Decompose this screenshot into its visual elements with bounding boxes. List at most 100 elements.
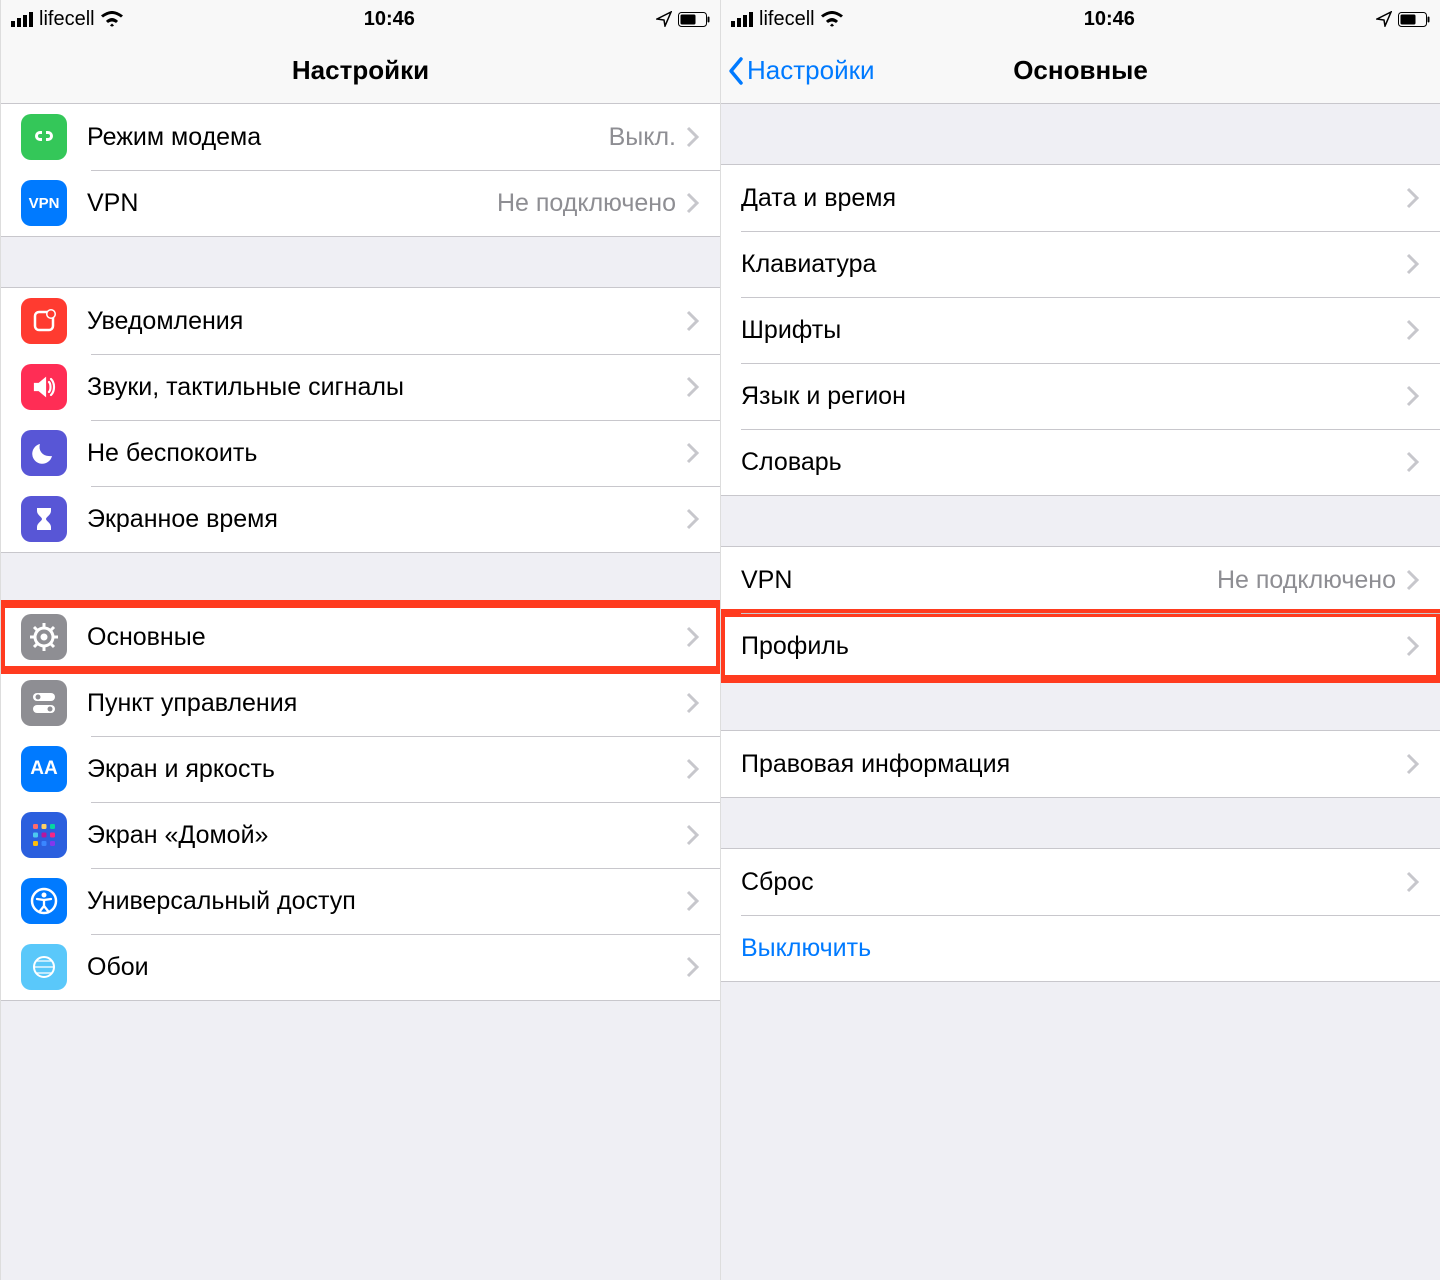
row-label: Не беспокоить — [87, 439, 686, 468]
row-date-time[interactable]: Дата и время — [721, 165, 1440, 231]
general-list[interactable]: Дата и время Клавиатура Шрифты Язык и ре… — [721, 104, 1440, 1280]
row-display-brightness[interactable]: AA Экран и яркость — [1, 736, 720, 802]
row-value: Не подключено — [1217, 566, 1396, 595]
gear-icon — [21, 614, 67, 660]
wifi-icon — [821, 11, 843, 27]
chevron-right-icon — [686, 956, 700, 978]
chevron-right-icon — [686, 758, 700, 780]
moon-icon — [21, 430, 67, 476]
row-label: Правовая информация — [741, 750, 1406, 779]
row-language-region[interactable]: Язык и регион — [721, 363, 1440, 429]
notifications-icon — [21, 298, 67, 344]
back-label: Настройки — [747, 55, 875, 86]
chevron-right-icon — [686, 310, 700, 332]
accessibility-icon — [21, 878, 67, 924]
toggles-icon — [21, 680, 67, 726]
back-button[interactable]: Настройки — [727, 38, 875, 103]
screen-general: lifecell 10:46 Настройки Основные Дата и… — [720, 0, 1440, 1280]
row-label: Экран и яркость — [87, 755, 686, 784]
wifi-icon — [101, 11, 123, 27]
row-label: Универсальный доступ — [87, 887, 686, 916]
row-vpn[interactable]: VPN Не подключено — [721, 547, 1440, 613]
row-label: Словарь — [741, 448, 1406, 477]
row-label: Профиль — [741, 632, 1406, 661]
row-label: Основные — [87, 623, 686, 652]
row-sounds[interactable]: Звуки, тактильные сигналы — [1, 354, 720, 420]
row-wallpaper[interactable]: Обои — [1, 934, 720, 1000]
status-bar: lifecell 10:46 — [1, 0, 720, 38]
carrier-label: lifecell — [39, 8, 95, 31]
row-label: Экранное время — [87, 505, 686, 534]
hotspot-icon — [21, 114, 67, 160]
chevron-right-icon — [1406, 451, 1420, 473]
row-label: Уведомления — [87, 307, 686, 336]
row-label: VPN — [87, 189, 497, 218]
nav-bar: Настройки Основные — [721, 38, 1440, 104]
row-notifications[interactable]: Уведомления — [1, 288, 720, 354]
chevron-right-icon — [686, 508, 700, 530]
row-profile[interactable]: Профиль — [721, 613, 1440, 679]
row-control-center[interactable]: Пункт управления — [1, 670, 720, 736]
signal-icon — [731, 12, 753, 27]
row-keyboard[interactable]: Клавиатура — [721, 231, 1440, 297]
chevron-right-icon — [1406, 753, 1420, 775]
nav-title: Основные — [1013, 55, 1148, 86]
carrier-label: lifecell — [759, 8, 815, 31]
hourglass-icon — [21, 496, 67, 542]
row-label: Выключить — [741, 934, 1420, 963]
chevron-right-icon — [1406, 253, 1420, 275]
chevron-right-icon — [1406, 635, 1420, 657]
status-time: 10:46 — [364, 8, 415, 31]
battery-icon — [1398, 12, 1430, 27]
row-general[interactable]: Основные — [1, 604, 720, 670]
wallpaper-icon — [21, 944, 67, 990]
home-grid-icon — [21, 812, 67, 858]
chevron-right-icon — [1406, 569, 1420, 591]
row-personal-hotspot[interactable]: Режим модема Выкл. — [1, 104, 720, 170]
chevron-right-icon — [686, 192, 700, 214]
row-value: Выкл. — [609, 123, 676, 152]
row-label: Звуки, тактильные сигналы — [87, 373, 686, 402]
chevron-right-icon — [1406, 187, 1420, 209]
chevron-right-icon — [686, 824, 700, 846]
row-label: VPN — [741, 566, 1217, 595]
chevron-right-icon — [686, 376, 700, 398]
chevron-right-icon — [686, 890, 700, 912]
nav-bar: Настройки — [1, 38, 720, 104]
chevron-right-icon — [686, 126, 700, 148]
chevron-right-icon — [686, 442, 700, 464]
row-label: Язык и регион — [741, 382, 1406, 411]
row-reset[interactable]: Сброс — [721, 849, 1440, 915]
chevron-right-icon — [1406, 319, 1420, 341]
row-do-not-disturb[interactable]: Не беспокоить — [1, 420, 720, 486]
battery-icon — [678, 12, 710, 27]
row-value: Не подключено — [497, 189, 676, 218]
row-fonts[interactable]: Шрифты — [721, 297, 1440, 363]
row-home-screen[interactable]: Экран «Домой» — [1, 802, 720, 868]
chevron-right-icon — [686, 692, 700, 714]
nav-title: Настройки — [292, 55, 429, 86]
row-label: Пункт управления — [87, 689, 686, 718]
chevron-right-icon — [1406, 385, 1420, 407]
sounds-icon — [21, 364, 67, 410]
vpn-icon: VPN — [21, 180, 67, 226]
settings-list[interactable]: Режим модема Выкл. VPN VPN Не подключено… — [1, 104, 720, 1280]
row-label: Режим модема — [87, 123, 609, 152]
row-label: Обои — [87, 953, 686, 982]
signal-icon — [11, 12, 33, 27]
row-label: Экран «Домой» — [87, 821, 686, 850]
chevron-right-icon — [1406, 871, 1420, 893]
location-icon — [1376, 11, 1392, 27]
status-time: 10:46 — [1084, 8, 1135, 31]
row-label: Сброс — [741, 868, 1406, 897]
row-screen-time[interactable]: Экранное время — [1, 486, 720, 552]
row-dictionary[interactable]: Словарь — [721, 429, 1440, 495]
row-legal[interactable]: Правовая информация — [721, 731, 1440, 797]
location-icon — [656, 11, 672, 27]
row-shutdown[interactable]: Выключить — [721, 915, 1440, 981]
status-bar: lifecell 10:46 — [721, 0, 1440, 38]
chevron-right-icon — [686, 626, 700, 648]
text-size-icon: AA — [21, 746, 67, 792]
row-accessibility[interactable]: Универсальный доступ — [1, 868, 720, 934]
row-vpn[interactable]: VPN VPN Не подключено — [1, 170, 720, 236]
